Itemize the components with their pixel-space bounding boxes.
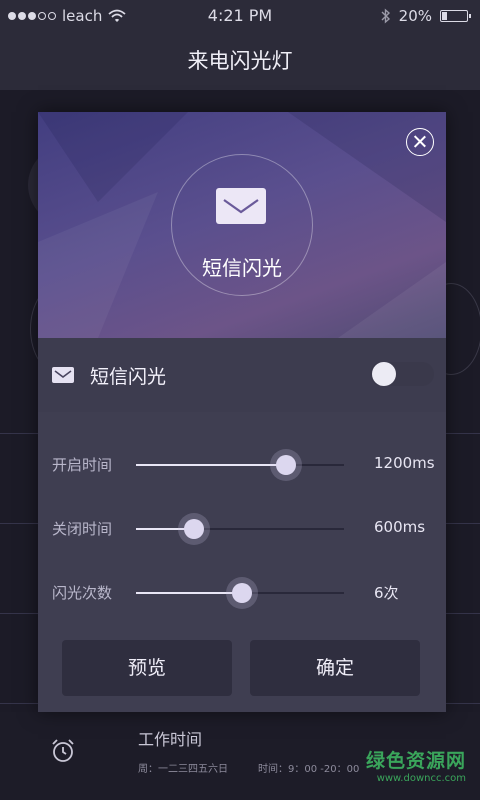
battery-percent: 20%: [398, 7, 432, 25]
sms-flash-dialog: 短信闪光 短信闪光 开启时间 1200ms 关闭时间 600ms 闪光次数 6次…: [38, 112, 446, 712]
switch-knob[interactable]: [372, 362, 396, 386]
preview-button[interactable]: 预览: [62, 640, 232, 696]
slider-label: 开启时间: [52, 456, 113, 474]
flash-count-slider[interactable]: [136, 577, 344, 609]
slider-thumb[interactable]: [275, 455, 296, 475]
battery-level: [442, 12, 447, 20]
close-icon[interactable]: [406, 128, 434, 156]
dialog-hero: 短信闪光: [38, 112, 446, 338]
slider-value: 600ms: [374, 518, 426, 536]
slider-value: 1200ms: [374, 454, 435, 472]
slider-row-close-time: 关闭时间 600ms: [38, 508, 446, 548]
slider-row-flash-count: 闪光次数 6次: [38, 572, 446, 612]
slider-thumb[interactable]: [232, 583, 253, 603]
status-right: 20%: [381, 7, 471, 25]
watermark: 绿色资源网 www.downcc.com: [366, 746, 466, 784]
envelope-icon: [52, 367, 74, 383]
hero-label: 短信闪光: [202, 256, 282, 280]
page-title: 来电闪光灯: [0, 32, 480, 90]
envelope-icon: [216, 188, 266, 224]
watermark-main: 绿色资源网: [365, 750, 466, 772]
alarm-clock-icon: [52, 739, 74, 762]
toggle-label: 短信闪光: [90, 366, 167, 388]
open-time-slider[interactable]: [136, 449, 344, 481]
close-time-slider[interactable]: [136, 513, 344, 545]
sms-flash-toggle-row: 短信闪光: [38, 338, 446, 412]
watermark-url: www.downcc.com: [376, 773, 466, 784]
slider-row-open-time: 开启时间 1200ms: [38, 444, 446, 484]
battery-icon: [440, 10, 471, 22]
confirm-button[interactable]: 确定: [250, 640, 420, 696]
slider-label: 关闭时间: [52, 520, 113, 538]
bluetooth-icon: [381, 8, 390, 24]
slider-label: 闪光次数: [52, 584, 113, 602]
slider-value: 6次: [374, 584, 399, 602]
list-item-title: 工作时间: [138, 730, 203, 749]
list-item-time: 时间：9：00 -20：00: [258, 764, 360, 775]
status-bar: leach 4:21 PM 20%: [0, 0, 480, 32]
list-item-days: 周：一二三四五六日: [138, 764, 228, 775]
sms-flash-switch[interactable]: [370, 362, 434, 386]
